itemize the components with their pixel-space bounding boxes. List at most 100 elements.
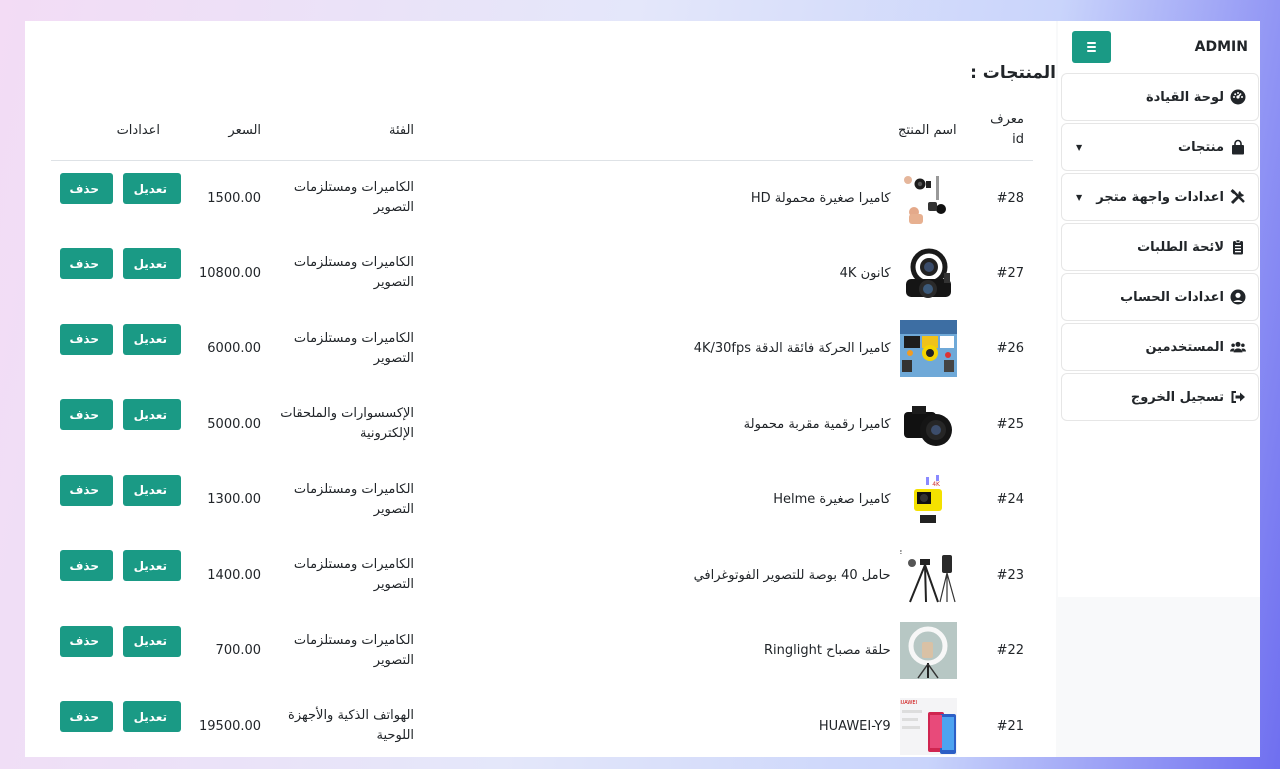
product-actions: تعديل حذف (51, 160, 190, 236)
svg-text:RADIANCE: RADIANCE (900, 550, 902, 556)
canon-camera-thumbnail (899, 244, 957, 302)
hamburger-icon (1087, 42, 1096, 44)
header-category: الفئة (270, 101, 424, 161)
sidebar-item-products[interactable]: منتجات ▼ (1061, 123, 1259, 171)
product-category-cell: الإكسسوارات والملحقات الإلكترونية (270, 387, 423, 463)
edit-button[interactable]: تعديل (123, 701, 181, 733)
product-id: #23 (996, 567, 1024, 583)
hamburger-icon-line (1087, 46, 1096, 48)
product-name-cell: RADIANCE حامل 40 بوصة للتصوير الفوتوغراف… (423, 538, 966, 614)
product-category-cell: الهواتف الذكية والأجهزة اللوحية (270, 689, 423, 758)
table-row: #25 كاميرا رقمية مقربة محمولة الإكسسوارا… (51, 387, 1033, 463)
product-actions: تعديل حذف (51, 689, 190, 758)
product-id: #27 (996, 265, 1024, 281)
edit-button[interactable]: تعديل (123, 323, 181, 355)
product-price: 6000.00 (207, 341, 262, 357)
shopping-bag-icon (1230, 139, 1246, 155)
product-id: #22 (996, 643, 1024, 659)
edit-button[interactable]: تعديل (123, 474, 181, 506)
product-name: كاميرا صغيرة Helme (773, 492, 891, 508)
dashboard-icon (1230, 89, 1246, 105)
product-actions: تعديل حذف (51, 387, 190, 463)
sidebar-item-label: تسجيل الخروج (1130, 389, 1224, 405)
product-category: الإكسسوارات والملحقات الإلكترونية (280, 406, 415, 442)
delete-button[interactable]: حذف (60, 550, 113, 582)
product-category: الهواتف الذكية والأجهزة اللوحية (288, 708, 415, 744)
sidebar-item-label: لائحة الطلبات (1137, 239, 1224, 255)
delete-button[interactable]: حذف (60, 323, 113, 355)
product-name-cell: كانون 4K (423, 236, 966, 312)
table-row: #23 RADIANCE حامل 40 بوصة للتصوير الفوتو… (51, 538, 1033, 614)
edit-button[interactable]: تعديل (123, 248, 181, 280)
product-actions: تعديل حذف (51, 236, 190, 312)
product-category-cell: الكاميرات ومستلزمات التصوير (270, 613, 423, 689)
product-category-cell: الكاميرات ومستلزمات التصوير (270, 538, 423, 614)
edit-button[interactable]: تعديل (123, 550, 181, 582)
sidebar-item-label: المستخدمين (1145, 339, 1224, 355)
chevron-down-icon[interactable]: ▼ (1076, 143, 1082, 152)
product-category: الكاميرات ومستلزمات التصوير (293, 632, 415, 668)
header-id: معرف id (965, 101, 1033, 161)
sidebar-item-dashboard[interactable]: لوحة القيادة (1061, 73, 1259, 121)
product-price: 1500.00 (207, 190, 262, 206)
product-id: #25 (996, 416, 1024, 432)
delete-button[interactable]: حذف (60, 474, 113, 506)
product-name-cell: كاميرا صغيرة محمولة HD (423, 160, 966, 236)
product-id: #28 (996, 190, 1024, 206)
sidebar-item-logout[interactable]: تسجيل الخروج (1061, 373, 1259, 421)
product-name: كاميرا صغيرة محمولة HD (750, 190, 891, 206)
sidebar-item-account-settings[interactable]: اعدادات الحساب (1061, 273, 1259, 321)
table-row: #27 كانون 4K الكاميرات ومستلزمات التصوير… (51, 236, 1033, 312)
table-row: #26 كاميرا الحركة فائقة الدقة 4K/30fps ا… (51, 311, 1033, 387)
edit-button[interactable]: تعديل (123, 625, 181, 657)
svg-text:4K: 4K (932, 481, 941, 488)
sidebar-item-label: لوحة القيادة (1145, 89, 1224, 105)
product-actions: تعديل حذف (51, 311, 190, 387)
edit-button[interactable]: تعديل (123, 399, 181, 431)
sidebar-item-label: اعدادات الحساب (1120, 289, 1224, 305)
product-name: كاميرا رقمية مقربة محمولة (743, 416, 891, 432)
product-id: #24 (996, 492, 1024, 508)
header-price: السعر (190, 101, 271, 161)
helmet-camera-thumbnail: 4K (899, 471, 957, 529)
product-id: #26 (996, 341, 1024, 357)
header-actions: اعدادات (51, 101, 191, 161)
users-icon (1230, 339, 1246, 355)
delete-button[interactable]: حذف (60, 248, 113, 280)
products-table-container: معرف id اسم المنتج الفئة السعر اعدادات #… (51, 101, 1033, 757)
brand-title: ADMIN (1194, 39, 1248, 55)
clipboard-list-icon (1230, 239, 1246, 255)
sign-out-icon (1230, 389, 1246, 405)
product-id: #21 (996, 718, 1024, 734)
product-name: حامل 40 بوصة للتصوير الفوتوغرافي (693, 567, 891, 583)
sidebar-item-users[interactable]: المستخدمين (1061, 323, 1259, 371)
product-price: 1300.00 (207, 492, 262, 508)
product-category-cell: الكاميرات ومستلزمات التصوير (270, 236, 423, 312)
menu-toggle-button[interactable] (1072, 31, 1111, 63)
product-name: HUAWEI-Y9 (818, 718, 891, 734)
chevron-down-icon[interactable]: ▼ (1076, 193, 1082, 202)
table-header-row: معرف id اسم المنتج الفئة السعر اعدادات (51, 101, 1033, 161)
product-name: كانون 4K (839, 265, 891, 281)
product-category-cell: الكاميرات ومستلزمات التصوير (270, 160, 423, 236)
table-row: #28 كاميرا صغيرة محمولة HD الكاميرات ومس… (51, 160, 1033, 236)
product-category: الكاميرات ومستلزمات التصوير (293, 180, 415, 215)
delete-button[interactable]: حذف (60, 399, 113, 431)
ringlight-thumbnail (899, 622, 957, 680)
product-category-cell: الكاميرات ومستلزمات التصوير (270, 462, 423, 538)
app-window: المنتجات : معرف id اسم المنتج الفئة السع… (25, 21, 1260, 757)
product-price: 19500.00 (199, 718, 262, 734)
delete-button[interactable]: حذف (60, 701, 113, 733)
product-name-cell: حلقة مصباح Ringlight (423, 613, 966, 689)
sidebar-item-store-settings[interactable]: اعدادات واجهة متجر ▼ (1061, 173, 1259, 221)
product-price: 1400.00 (207, 567, 262, 583)
delete-button[interactable]: حذف (60, 625, 113, 657)
delete-button[interactable]: حذف (60, 173, 113, 204)
product-category: الكاميرات ومستلزمات التصوير (293, 557, 415, 593)
product-price: 10800.00 (199, 265, 262, 281)
mini-camera-thumbnail (899, 169, 957, 227)
product-category: الكاميرات ومستلزمات التصوير (293, 330, 415, 366)
edit-button[interactable]: تعديل (123, 173, 181, 204)
sidebar-item-orders[interactable]: لائحة الطلبات (1061, 223, 1259, 271)
sidebar-panel: ADMIN لوحة القيادة منتجات ▼ اعدادات واجهة م… (1058, 21, 1260, 597)
